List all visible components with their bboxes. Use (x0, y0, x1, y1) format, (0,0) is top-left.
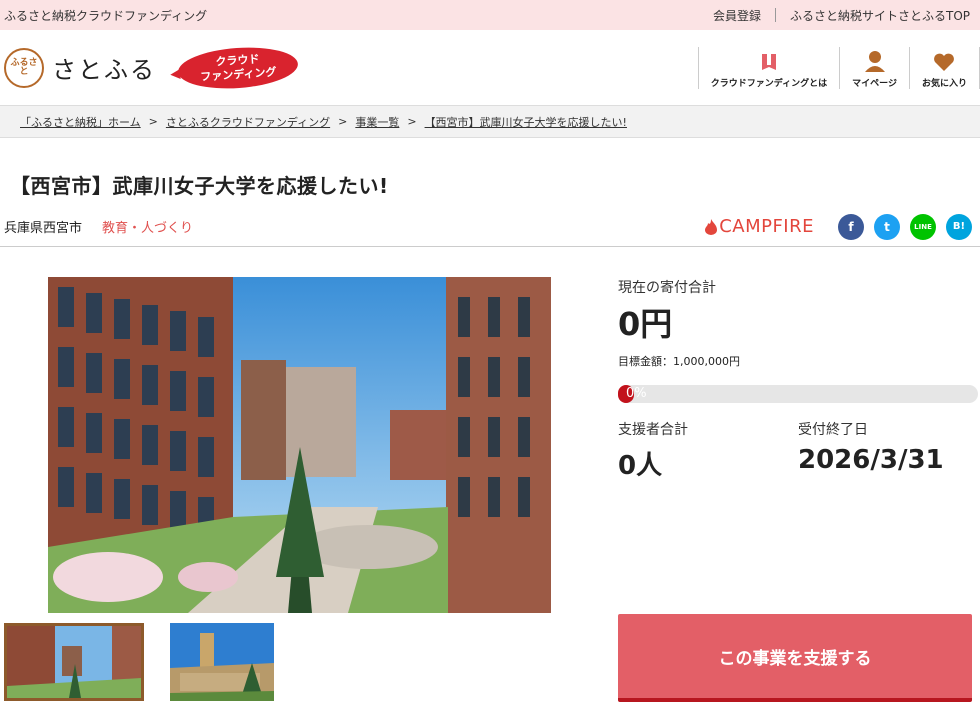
site-header: ふるさと さとふる クラウド ファンディング クラウドファンディングとは マイペ… (0, 30, 980, 106)
project-meta: 兵庫県西宮市 教育・人づくり CAMPFIRE f t LINE B! (0, 207, 980, 247)
stats-row: 支援者合計 0人 受付終了日 2026/3/31 (618, 419, 978, 482)
logo-mark: ふるさと (4, 47, 44, 88)
facebook-share-button[interactable]: f (838, 213, 864, 240)
deadline-label: 受付終了日 (798, 422, 868, 438)
person-icon (864, 50, 885, 72)
top-bar: ふるさと納税クラウドファンディング 会員登録 ふるさと納税サイトさとふるTOP (0, 0, 980, 30)
progress-percent: 0% (626, 386, 647, 401)
breadcrumb-current[interactable]: 【西宮市】武庫川女子大学を応援したい! (425, 114, 627, 130)
logo-text: さとふる (52, 56, 156, 84)
register-link[interactable]: 会員登録 (713, 7, 761, 24)
photo-thumbnails (4, 623, 600, 701)
crowdfunding-badge: クラウド ファンディング (176, 43, 300, 92)
project-location: 兵庫県西宮市 (4, 221, 83, 236)
twitter-share-button[interactable]: t (874, 213, 900, 240)
flame-icon (705, 218, 718, 235)
supporters-count: 0人 (618, 451, 663, 481)
deadline-date: 2026/3/31 (798, 445, 944, 475)
project-content: 現在の寄付合計 0円 目標金額：1,000,000円 0% 支援者合計 0人 受… (0, 247, 980, 702)
heart-icon (934, 53, 955, 71)
thumbnail-1[interactable] (4, 623, 144, 701)
nav-favorites[interactable]: お気に入り (908, 46, 980, 89)
top-links: 会員登録 ふるさと納税サイトさとふるTOP (713, 7, 970, 24)
nav-about-crowdfunding[interactable]: クラウドファンディングとは (697, 46, 839, 89)
total-label: 現在の寄付合計 (618, 280, 716, 296)
line-share-button[interactable]: LINE (910, 213, 936, 240)
campfire-logo[interactable]: CAMPFIRE (705, 216, 814, 237)
funding-stats: 現在の寄付合計 0円 目標金額：1,000,000円 0% 支援者合計 0人 受… (618, 277, 978, 702)
breadcrumb-projects[interactable]: 事業一覧 (355, 114, 399, 130)
site-name: ふるさと納税クラウドファンディング (4, 8, 208, 23)
nav-mypage[interactable]: マイページ (839, 46, 909, 89)
site-logo[interactable]: ふるさと さとふる クラウド ファンディング (0, 43, 300, 92)
campus-illustration (48, 277, 551, 613)
progress-bar: 0% (618, 385, 978, 403)
thumbnail-2[interactable] (170, 623, 274, 701)
breadcrumb: 「ふるさと納税」ホーム > さとふるクラウドファンディング > 事業一覧 > 【… (0, 106, 980, 138)
share-bar: CAMPFIRE f t LINE B! (705, 213, 972, 240)
satofull-top-link[interactable]: ふるさと納税サイトさとふるTOP (790, 7, 970, 24)
project-media (0, 277, 600, 702)
breadcrumb-home[interactable]: 「ふるさと納税」ホーム (20, 114, 141, 130)
main-photo (48, 277, 551, 613)
supporters-label: 支援者合計 (618, 422, 688, 438)
thumbnail-1-image (7, 626, 141, 698)
header-nav: クラウドファンディングとは マイページ お気に入り (697, 30, 980, 105)
support-project-button[interactable]: この事業を支援する (618, 614, 972, 702)
goal-amount: 目標金額：1,000,000円 (618, 355, 740, 368)
book-icon (761, 53, 776, 70)
divider (774, 8, 776, 22)
category-link[interactable]: 教育・人づくり (102, 217, 193, 236)
page-title: 【西宮市】武庫川女子大学を応援したい! (10, 174, 389, 198)
breadcrumb-crowdfunding[interactable]: さとふるクラウドファンディング (166, 114, 330, 130)
hatena-bookmark-button[interactable]: B! (946, 213, 972, 240)
total-amount: 0円 (618, 305, 673, 343)
thumbnail-2-image (170, 623, 274, 701)
